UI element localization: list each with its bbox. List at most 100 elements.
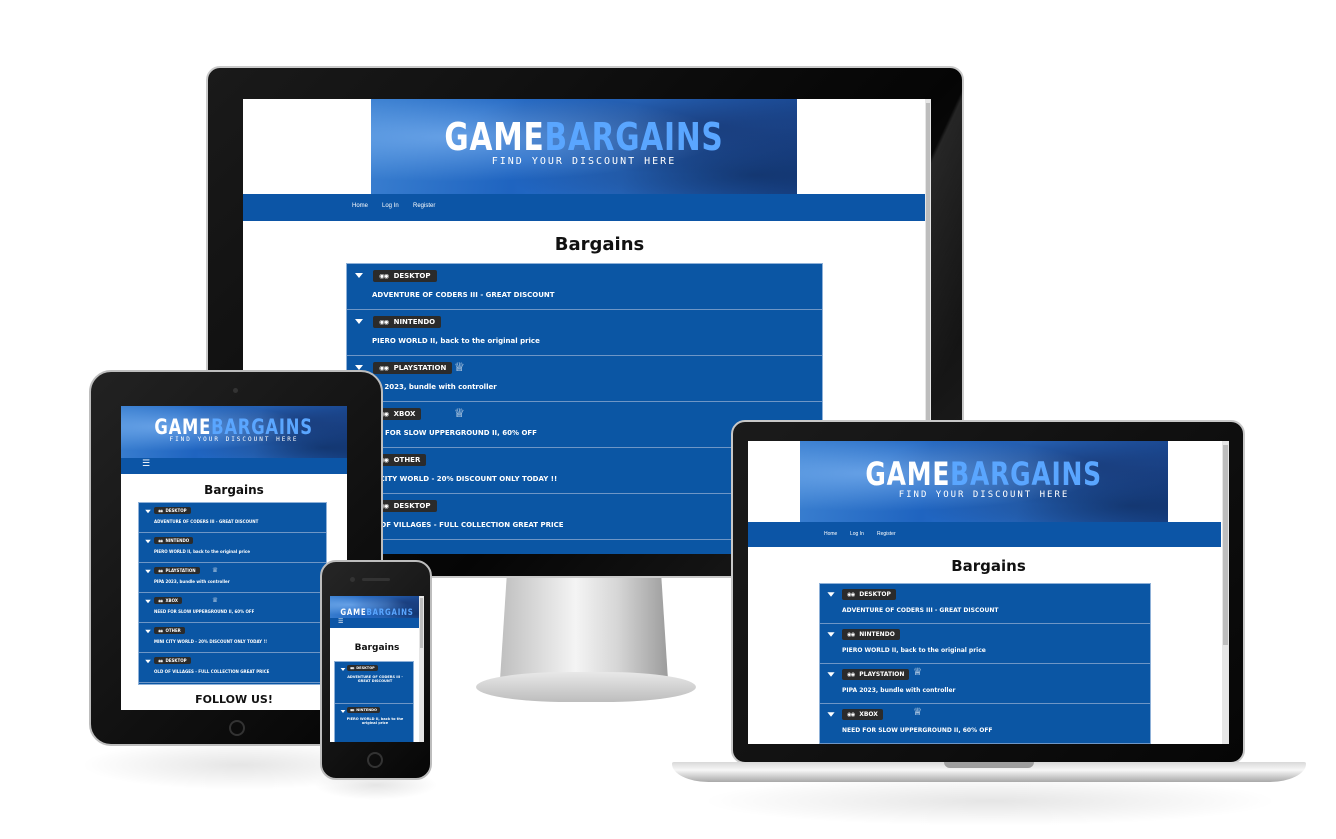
site-logo[interactable]: GAMEBARGAINS FIND YOUR DISCOUNT HERE xyxy=(800,455,1168,500)
bargains-list: ◉◉ DESKTOP ADVENTURE OF CODERS III - GREAT… xyxy=(334,661,414,742)
nav-login-link[interactable]: Log In xyxy=(382,203,399,209)
controller-icon: ◉◉ xyxy=(350,708,355,712)
scrollbar[interactable] xyxy=(1222,441,1229,744)
laptop-screen: GAMEBARGAINS FIND YOUR DISCOUNT HERE Hom… xyxy=(748,441,1229,744)
bargain-item[interactable]: ◉◉ NINTENDO PIERO WORLD II, back to the or… xyxy=(820,624,1150,664)
platform-label: NINTENDO xyxy=(393,318,436,326)
logo-bargains-text: BARGAINS xyxy=(950,455,1103,493)
site-logo[interactable]: GAMEBARGAINS FIND YOUR DISCOUNT HERE xyxy=(330,600,424,618)
bargain-title[interactable]: PIPA 2023, bundle with controller xyxy=(842,687,956,694)
bargain-title[interactable]: D OF VILLAGES - FULL COLLECTION GREAT PR… xyxy=(372,521,564,529)
nav-register-link[interactable]: Register xyxy=(413,203,435,209)
bargain-item[interactable]: ◉◉ NINTENDO PIERO WORLD II, back to the or… xyxy=(139,533,326,563)
bargain-item[interactable]: ◉◉ DESKTOP OLD OF VILLAGES - FULL COLLECTI… xyxy=(139,653,326,683)
expand-caret-icon[interactable] xyxy=(340,668,346,671)
tablet-screen: GAMEBARGAINS FIND YOUR DISCOUNT HERE ☰ B… xyxy=(121,406,347,710)
phone-home-button[interactable] xyxy=(367,752,383,768)
bargain-title[interactable]: ADVENTURE OF CODERS III - GREAT DISCOUNT xyxy=(154,519,258,524)
expand-caret-icon[interactable] xyxy=(145,659,151,664)
controller-icon: ◉◉ xyxy=(158,659,163,663)
monitor-stand-foot xyxy=(476,672,696,702)
nav-home-link[interactable]: Home xyxy=(352,203,368,209)
expand-caret-icon[interactable] xyxy=(355,319,363,324)
scrollbar[interactable] xyxy=(419,596,424,742)
bargain-item[interactable]: ◉◉ XBOX ♕ NEED FOR SLOW UPPERGROUND II, 60%… xyxy=(820,704,1150,744)
bargain-title[interactable]: PA 2023, bundle with controller xyxy=(372,383,497,391)
bargain-item[interactable]: ◉◉ NINTENDO PIERO WORLD II, back to the or… xyxy=(335,704,413,742)
bargain-item[interactable]: ◉◉ DESKTOP ADVENTURE OF CODERS III - GREAT… xyxy=(820,584,1150,624)
platform-label: DESKTOP xyxy=(356,666,375,670)
expand-caret-icon[interactable] xyxy=(827,632,835,637)
bargain-title[interactable]: II CITY WORLD - 20% DISCOUNT ONLY TODAY … xyxy=(372,475,557,483)
platform-label: XBOX xyxy=(165,598,178,603)
expand-caret-icon[interactable] xyxy=(827,592,835,597)
platform-label: OTHER xyxy=(165,628,181,633)
platform-label: OTHER xyxy=(393,456,421,464)
expand-caret-icon[interactable] xyxy=(827,672,835,677)
controller-icon: ◉◉ xyxy=(158,599,163,603)
bargain-title[interactable]: ADVENTURE OF CODERS III - GREAT DISCOUNT xyxy=(842,607,998,614)
phone-screen: GAMEBARGAINS FIND YOUR DISCOUNT HERE ☰ B… xyxy=(330,596,424,742)
expand-caret-icon[interactable] xyxy=(827,712,835,717)
controller-icon: ◉◉ xyxy=(847,672,855,678)
bargain-item[interactable]: ◉◉ PLAYSTATION ♕ PA 2023, bundle with contr… xyxy=(347,356,822,402)
bargain-title[interactable]: OLD OF VILLAGES - FULL COLLECTION GREAT … xyxy=(154,669,269,674)
logo-game-text: GAME xyxy=(865,455,951,493)
expand-caret-icon[interactable] xyxy=(145,569,151,574)
expand-caret-icon[interactable] xyxy=(145,539,151,544)
award-icon: ♕ xyxy=(212,595,219,604)
expand-caret-icon[interactable] xyxy=(340,710,346,713)
bargain-title[interactable]: PIERO WORLD II, back to the original pri… xyxy=(341,717,409,725)
platform-badge: ◉◉ XBOX xyxy=(842,709,883,720)
bargain-item[interactable]: ◉◉ NINTENDO PIERO WORLD II, back to the or… xyxy=(347,310,822,356)
expand-caret-icon[interactable] xyxy=(145,629,151,634)
tablet-home-button[interactable] xyxy=(229,720,245,736)
platform-badge: ◉◉ NINTENDO xyxy=(154,537,194,544)
bargain-title[interactable]: ADVENTURE OF CODERS III - GREAT DISCOUNT xyxy=(341,675,409,683)
expand-caret-icon[interactable] xyxy=(145,509,151,514)
nav-home-link[interactable]: Home xyxy=(824,531,837,537)
monitor-stand-neck xyxy=(500,576,668,680)
controller-icon: ◉◉ xyxy=(158,629,163,633)
nav-login-link[interactable]: Log In xyxy=(850,531,864,537)
bargain-item[interactable]: ◉◉ DESKTOP ADVENTURE OF CODERS III - GREAT… xyxy=(347,264,822,310)
controller-icon: ◉◉ xyxy=(379,365,389,372)
platform-badge: ◉◉ DESKTOP xyxy=(842,589,896,600)
award-icon: ♕ xyxy=(212,565,219,574)
platform-badge: ◉◉ NINTENDO xyxy=(842,629,900,640)
menu-icon[interactable]: ☰ xyxy=(338,618,343,625)
site-logo[interactable]: GAMEBARGAINS FIND YOUR DISCOUNT HERE xyxy=(121,415,347,443)
bargain-title[interactable]: PIERO WORLD II, back to the original pri… xyxy=(372,337,540,345)
bargain-item[interactable]: ◉◉ DESKTOP ADVENTURE OF CODERS III - GREAT… xyxy=(335,662,413,704)
website-tablet-view: GAMEBARGAINS FIND YOUR DISCOUNT HERE ☰ B… xyxy=(121,406,347,710)
award-icon: ♕ xyxy=(913,707,923,719)
bargain-title[interactable]: PIPA 2023, bundle with controller xyxy=(154,579,230,584)
bargain-title[interactable]: NEED FOR SLOW UPPERGROUND II, 60% OFF xyxy=(842,727,993,734)
nav-register-link[interactable]: Register xyxy=(877,531,896,537)
bargain-title[interactable]: ED FOR SLOW UPPERGROUND II, 60% OFF xyxy=(372,429,537,437)
site-navbar: Home Log In Register xyxy=(748,522,1221,547)
bargain-item[interactable]: ◉◉ OTHER MINI CITY WORLD - 20% DISCOUNT ON… xyxy=(139,623,326,653)
menu-icon[interactable]: ☰ xyxy=(142,459,150,469)
bargains-list: ◉◉ DESKTOP ADVENTURE OF CODERS III - GREAT… xyxy=(819,583,1151,744)
site-banner: GAMEBARGAINS FIND YOUR DISCOUNT HERE xyxy=(330,596,424,618)
platform-badge: ◉◉ XBOX xyxy=(154,597,182,604)
bargain-item[interactable]: ◉◉ XBOX ♕ NEED FOR SLOW UPPERGROUND II, 60%… xyxy=(139,593,326,623)
bargain-item[interactable]: ◉◉ PLAYSTATION ♕ PIPA 2023, bundle with con… xyxy=(139,563,326,593)
page-title: Bargains xyxy=(554,234,645,255)
controller-icon: ◉◉ xyxy=(379,319,389,326)
bargain-title[interactable]: PIERO WORLD II, back to the original pri… xyxy=(842,647,986,654)
platform-badge: ◉◉ DESKTOP xyxy=(373,270,437,282)
site-logo[interactable]: GAMEBARGAINS FIND YOUR DISCOUNT HERE xyxy=(371,115,797,167)
expand-caret-icon[interactable] xyxy=(145,599,151,604)
bargain-title[interactable]: MINI CITY WORLD - 20% DISCOUNT ONLY TODA… xyxy=(154,639,267,644)
site-banner: GAMEBARGAINS FIND YOUR DISCOUNT HERE xyxy=(121,406,347,458)
expand-caret-icon[interactable] xyxy=(355,273,363,278)
platform-badge: ◉◉ PLAYSTATION xyxy=(154,567,200,574)
platform-label: DESKTOP xyxy=(393,502,431,510)
bargain-title[interactable]: NEED FOR SLOW UPPERGROUND II, 60% OFF xyxy=(154,609,254,614)
bargain-item[interactable]: ◉◉ PLAYSTATION ♕ PIPA 2023, bundle with con… xyxy=(820,664,1150,704)
bargain-title[interactable]: PIERO WORLD II, back to the original pri… xyxy=(154,549,250,554)
bargain-item[interactable]: ◉◉ DESKTOP ADVENTURE OF CODERS III - GREAT… xyxy=(139,503,326,533)
bargain-title[interactable]: ADVENTURE OF CODERS III - GREAT DISCOUNT xyxy=(372,291,555,299)
